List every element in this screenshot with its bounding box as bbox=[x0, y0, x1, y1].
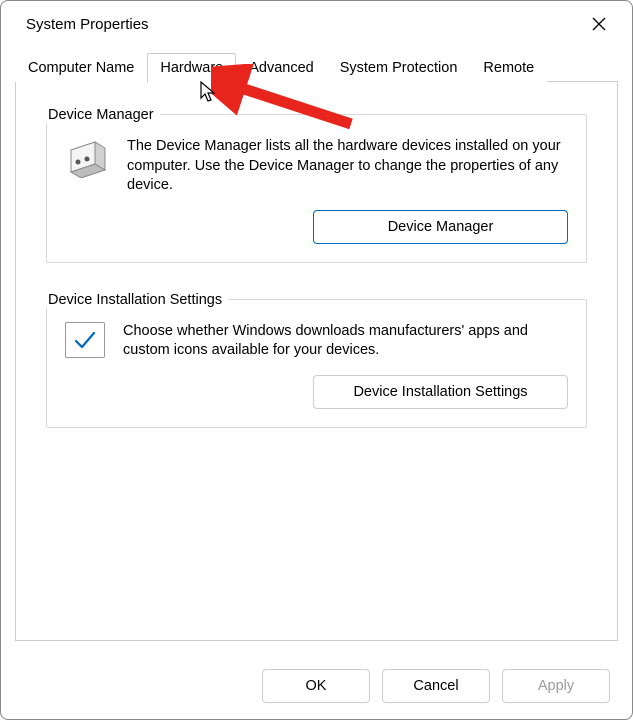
window-title: System Properties bbox=[26, 16, 149, 33]
tab-system-protection[interactable]: System Protection bbox=[327, 53, 471, 82]
device-manager-icon bbox=[65, 137, 109, 181]
title-bar: System Properties bbox=[1, 1, 632, 43]
cancel-button[interactable]: Cancel bbox=[382, 669, 490, 703]
device-manager-button[interactable]: Device Manager bbox=[313, 210, 568, 244]
group-label-device-manager: Device Manager bbox=[46, 107, 160, 123]
group-device-manager: Device Manager The Device M bbox=[46, 106, 587, 263]
tab-strip: Computer Name Hardware Advanced System P… bbox=[15, 53, 618, 82]
apply-button: Apply bbox=[502, 669, 610, 703]
button-row: Device Installation Settings bbox=[65, 375, 568, 409]
tab-advanced[interactable]: Advanced bbox=[236, 53, 327, 82]
device-install-settings-button[interactable]: Device Installation Settings bbox=[313, 375, 568, 409]
group-box-device-install: Choose whether Windows downloads manufac… bbox=[46, 299, 587, 428]
check-icon-box bbox=[65, 322, 105, 358]
tab-hardware[interactable]: Hardware bbox=[147, 53, 236, 83]
button-row: Device Manager bbox=[65, 210, 568, 244]
group-row: The Device Manager lists all the hardwar… bbox=[65, 137, 568, 196]
system-properties-window: System Properties Computer Name Hardware… bbox=[0, 0, 633, 720]
close-button[interactable] bbox=[588, 13, 610, 35]
tabs-container: Computer Name Hardware Advanced System P… bbox=[15, 53, 618, 641]
close-icon bbox=[591, 16, 607, 32]
check-icon bbox=[73, 330, 97, 350]
tab-computer-name[interactable]: Computer Name bbox=[15, 53, 147, 82]
device-manager-description: The Device Manager lists all the hardwar… bbox=[127, 137, 568, 196]
group-box-device-manager: The Device Manager lists all the hardwar… bbox=[46, 114, 587, 263]
tab-panel-hardware: Device Manager The Device M bbox=[15, 81, 618, 641]
group-row: Choose whether Windows downloads manufac… bbox=[65, 322, 568, 361]
group-device-install: Device Installation Settings Choose whet… bbox=[46, 291, 587, 428]
dialog-footer: OK Cancel Apply bbox=[262, 669, 610, 703]
ok-button[interactable]: OK bbox=[262, 669, 370, 703]
device-install-description: Choose whether Windows downloads manufac… bbox=[123, 322, 568, 361]
group-label-device-install: Device Installation Settings bbox=[46, 292, 228, 308]
tab-remote[interactable]: Remote bbox=[470, 53, 547, 82]
